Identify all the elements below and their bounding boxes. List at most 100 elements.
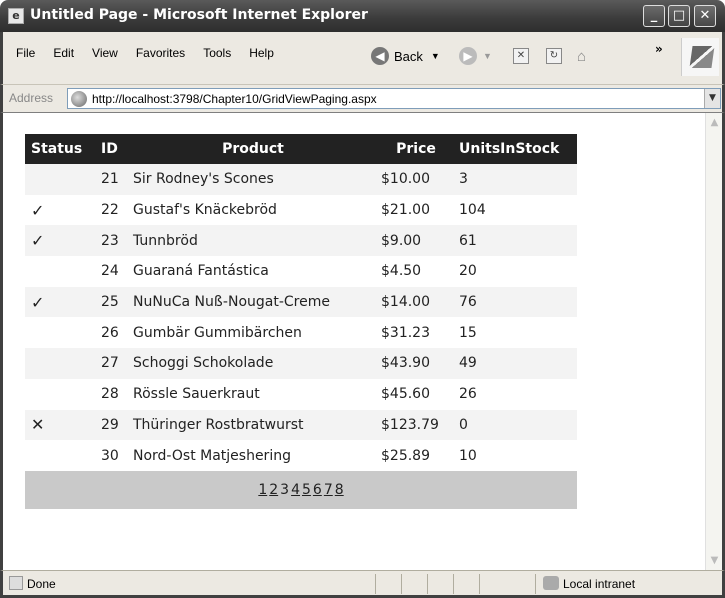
id-cell: 27 bbox=[97, 348, 129, 379]
price-cell: $14.00 bbox=[377, 286, 455, 318]
units-cell: 26 bbox=[459, 386, 477, 403]
table-row: 24 Guaraná Fantástica $4.50 20 bbox=[25, 256, 577, 287]
scroll-up-icon[interactable]: ▲ bbox=[707, 115, 722, 130]
refresh-button[interactable]: ↻ bbox=[546, 46, 562, 66]
units-cell: 76 bbox=[455, 286, 577, 318]
id-cell: 28 bbox=[101, 386, 119, 403]
price-cell: $9.00 bbox=[377, 225, 455, 257]
grid-pager-row: 12345678 bbox=[25, 470, 577, 509]
product-cell: Sir Rodney's Scones bbox=[129, 164, 377, 195]
intranet-zone-icon bbox=[543, 576, 559, 590]
forward-dropdown-icon[interactable]: ▼ bbox=[483, 51, 492, 61]
minimize-button[interactable]: _ bbox=[643, 5, 665, 27]
back-button[interactable]: ◀ Back ▼ bbox=[371, 46, 440, 66]
check-icon: ✓ bbox=[31, 200, 45, 220]
price-cell: $10.00 bbox=[377, 164, 455, 195]
price-cell: $25.89 bbox=[381, 447, 430, 464]
back-arrow-icon: ◀ bbox=[371, 47, 389, 65]
status-cell: ✓ bbox=[25, 195, 97, 226]
pager-page-link[interactable]: 5 bbox=[302, 482, 311, 498]
pager-page-link[interactable]: 4 bbox=[291, 482, 300, 498]
check-icon: ✓ bbox=[31, 231, 45, 251]
table-row: 30 Nord-Ost Matjeshering $25.89 10 bbox=[25, 440, 577, 471]
grid-header-row: Status ID Product Price UnitsInStock bbox=[25, 134, 577, 164]
toolbar-more-chevron[interactable]: » bbox=[655, 42, 663, 56]
window-title: Untitled Page - Microsoft Internet Explo… bbox=[30, 7, 368, 23]
menu-view[interactable]: View bbox=[83, 42, 127, 62]
page-globe-icon bbox=[71, 91, 87, 107]
price-cell: $123.79 bbox=[377, 409, 455, 441]
stop-button[interactable]: ✕ bbox=[513, 46, 529, 66]
windows-flag-icon bbox=[689, 46, 715, 68]
home-button[interactable]: ⌂ bbox=[577, 46, 586, 66]
page-viewport: Status ID Product Price UnitsInStock 21 S… bbox=[0, 112, 725, 570]
id-cell: 23 bbox=[97, 225, 129, 257]
menu-tools[interactable]: Tools bbox=[194, 42, 240, 62]
address-input[interactable]: http://localhost:3798/Chapter10/GridView… bbox=[67, 88, 721, 109]
stop-icon: ✕ bbox=[513, 48, 529, 64]
status-bar: Done Local intranet bbox=[0, 570, 725, 598]
scroll-down-icon[interactable]: ▼ bbox=[707, 553, 722, 568]
status-text: Done bbox=[27, 577, 56, 591]
address-dropdown-icon[interactable]: ▼ bbox=[704, 89, 720, 108]
product-cell: Guaraná Fantástica bbox=[133, 263, 269, 280]
units-cell: 49 bbox=[455, 348, 577, 379]
status-cell: ✓ bbox=[25, 286, 97, 318]
menu-favorites[interactable]: Favorites bbox=[127, 42, 194, 62]
id-cell: 25 bbox=[97, 286, 129, 318]
address-url[interactable]: http://localhost:3798/Chapter10/GridView… bbox=[92, 92, 377, 106]
price-cell: $43.90 bbox=[377, 348, 455, 379]
status-cell bbox=[25, 256, 97, 287]
forward-arrow-icon: ▶ bbox=[459, 47, 477, 65]
status-divider bbox=[535, 574, 536, 594]
units-cell: 0 bbox=[455, 409, 577, 441]
units-cell: 15 bbox=[459, 324, 477, 341]
menu-file[interactable]: File bbox=[7, 42, 44, 62]
pager-page-link[interactable]: 2 bbox=[269, 482, 278, 498]
product-cell: Thüringer Rostbratwurst bbox=[129, 409, 377, 441]
forward-button[interactable]: ▶ ▼ bbox=[459, 46, 492, 66]
header-units-in-stock: UnitsInStock bbox=[455, 134, 577, 164]
table-row: 26 Gumbär Gummibärchen $31.23 15 bbox=[25, 317, 577, 348]
status-divider bbox=[401, 574, 402, 594]
close-button[interactable]: ✕ bbox=[694, 5, 716, 27]
windows-logo bbox=[681, 38, 719, 76]
status-divider bbox=[479, 574, 480, 594]
table-row: 21 Sir Rodney's Scones $10.00 3 bbox=[25, 164, 577, 195]
id-cell: 21 bbox=[97, 164, 129, 195]
product-cell: NuNuCa Nuß-Nougat-Creme bbox=[129, 286, 377, 318]
pager-page-link[interactable]: 1 bbox=[258, 482, 267, 498]
product-cell: Gustaf's Knäckebröd bbox=[133, 202, 277, 219]
id-cell: 30 bbox=[101, 447, 119, 464]
pager-page-link[interactable]: 8 bbox=[335, 482, 344, 498]
units-cell: 10 bbox=[459, 447, 477, 464]
status-divider bbox=[427, 574, 428, 594]
home-icon: ⌂ bbox=[577, 47, 587, 65]
menu-edit[interactable]: Edit bbox=[44, 42, 83, 62]
menu-bar: File Edit View Favorites Tools Help ◀ Back ▼ … bbox=[0, 32, 725, 84]
security-zone-label: Local intranet bbox=[563, 577, 636, 591]
price-cell: $21.00 bbox=[381, 202, 430, 219]
pager-current-page: 3 bbox=[280, 481, 290, 498]
units-cell: 20 bbox=[459, 263, 477, 280]
address-bar: Address http://localhost:3798/Chapter10/… bbox=[0, 84, 725, 112]
product-cell: Rössle Sauerkraut bbox=[133, 386, 260, 403]
menu-help[interactable]: Help bbox=[240, 42, 283, 62]
table-row: ✓ 23 Tunnbröd $9.00 61 bbox=[25, 225, 577, 257]
table-row: 28 Rössle Sauerkraut $45.60 26 bbox=[25, 379, 577, 410]
id-cell: 22 bbox=[101, 202, 119, 219]
menu-list: File Edit View Favorites Tools Help bbox=[7, 42, 283, 62]
units-cell: 3 bbox=[455, 164, 577, 195]
back-dropdown-icon[interactable]: ▼ bbox=[431, 51, 440, 61]
pager-page-link[interactable]: 6 bbox=[313, 482, 322, 498]
address-label: Address bbox=[9, 91, 54, 105]
maximize-button[interactable]: □ bbox=[668, 5, 690, 27]
pager-page-link[interactable]: 7 bbox=[324, 482, 333, 498]
product-cell: Schoggi Schokolade bbox=[129, 348, 377, 379]
table-row: 27 Schoggi Schokolade $43.90 49 bbox=[25, 348, 577, 379]
check-icon: ✓ bbox=[31, 292, 45, 312]
status-cell: ✕ bbox=[25, 409, 97, 441]
vertical-scrollbar[interactable]: ▲ ▼ bbox=[705, 113, 722, 570]
product-cell: Gumbär Gummibärchen bbox=[133, 324, 302, 341]
id-cell: 26 bbox=[101, 324, 119, 341]
